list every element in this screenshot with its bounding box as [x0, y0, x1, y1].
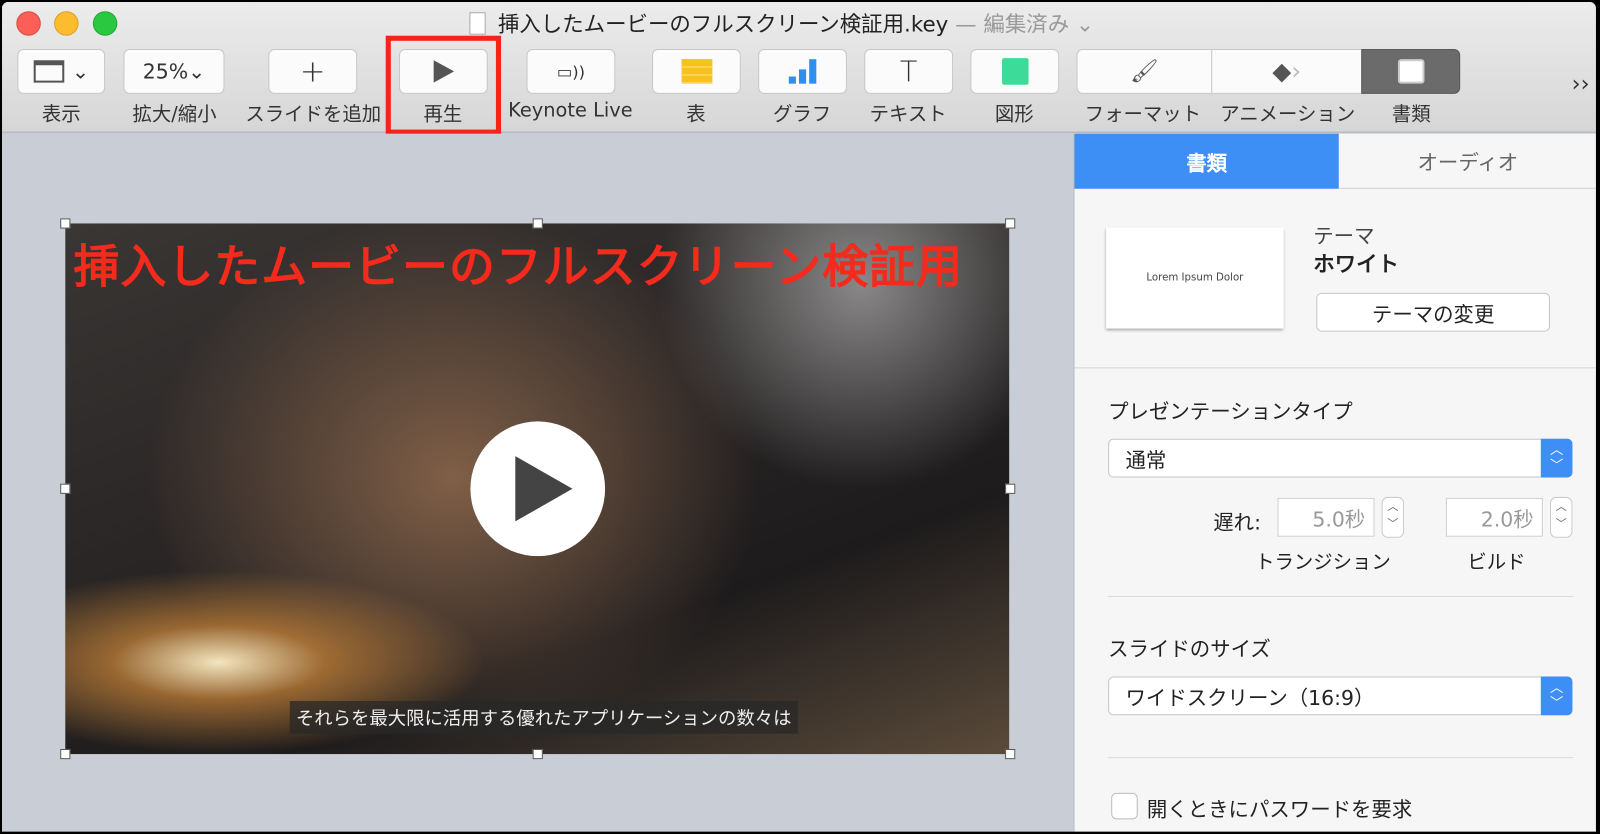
paintbrush-icon: 🖌 [1130, 58, 1159, 85]
slide-title[interactable]: 挿入したムービーのフルスクリーン検証用 [73, 230, 963, 296]
keynote-live-icon: ▭)) [556, 61, 585, 82]
animate-icon: ◆› [1272, 57, 1302, 86]
resize-handle[interactable] [1005, 218, 1016, 229]
movie-play-button[interactable] [470, 421, 606, 557]
slide-size-value: ワイドスクリーン（16:9） [1125, 685, 1375, 710]
select-arrows-icon: ︿ ﹀ [1540, 438, 1573, 478]
zoom-value: 25% [142, 59, 189, 84]
password-checkbox[interactable] [1111, 792, 1138, 820]
animate-button[interactable]: ◆› [1211, 48, 1363, 94]
add-slide-button[interactable]: + [268, 48, 358, 94]
chart-label: グラフ [772, 103, 832, 126]
theme-heading: テーマ [1313, 223, 1375, 248]
movie-slide[interactable]: 挿入したムービーのフルスクリーン検証用 それらを最大限に活用する優れたアプリケー… [65, 223, 1010, 755]
chart-button[interactable] [758, 48, 847, 94]
chart-icon [788, 59, 817, 84]
zoom-dropdown[interactable]: 25% ⌄ [123, 48, 225, 94]
highlight-box [385, 35, 502, 135]
resize-handle[interactable] [532, 748, 543, 760]
theme-thumbnail[interactable]: Lorem Ipsum Dolor [1106, 227, 1284, 329]
shape-button[interactable] [970, 48, 1060, 94]
theme-name: ホワイト [1313, 252, 1399, 277]
add-slide-label: スライドを追加 [245, 103, 382, 126]
keynote-live-label: Keynote Live [508, 98, 633, 122]
table-button[interactable] [652, 48, 741, 94]
build-delay-field[interactable]: 2.0秒 [1445, 497, 1543, 537]
transition-delay-field[interactable]: 5.0秒 [1277, 497, 1375, 537]
keynote-live-button[interactable]: ▭)) [526, 48, 616, 94]
password-label[interactable]: 開くときにパスワードを要求 [1147, 793, 1412, 823]
window-title: 挿入したムービーのフルスクリーン検証用.key — 編集済み ⌄ [469, 8, 1094, 39]
edited-status[interactable]: — 編集済み [955, 12, 1069, 36]
format-button[interactable]: 🖌 [1076, 48, 1213, 94]
shape-label: 図形 [994, 103, 1034, 126]
text-label: テキスト [869, 103, 947, 126]
format-label: フォーマット [1084, 103, 1202, 126]
zoom-window-button[interactable] [92, 11, 118, 36]
shape-icon [1001, 58, 1029, 85]
resize-handle[interactable] [60, 483, 71, 494]
view-label: 表示 [41, 103, 81, 126]
view-button[interactable]: ⌄ [17, 48, 106, 94]
zoom-label: 拡大/縮小 [132, 103, 217, 126]
resize-handle[interactable] [532, 218, 543, 229]
document-button[interactable] [1361, 48, 1461, 94]
text-button[interactable]: T [864, 48, 954, 94]
toolbar: 挿入したムービーのフルスクリーン検証用.key — 編集済み ⌄ ⌄ 表示 25… [2, 2, 1596, 135]
tab-document[interactable]: 書類 [1074, 133, 1339, 189]
change-theme-button[interactable]: テーマの変更 [1316, 292, 1550, 332]
plus-icon: + [299, 53, 326, 90]
resize-handle[interactable] [60, 748, 71, 760]
minimize-button[interactable] [54, 11, 79, 36]
build-label: ビルド [1467, 551, 1526, 574]
resize-handle[interactable] [1005, 483, 1016, 494]
tab-audio[interactable]: オーディオ [1338, 134, 1596, 189]
delay-label: 遅れ: [1213, 510, 1261, 535]
close-button[interactable] [16, 11, 41, 36]
view-icon [33, 60, 64, 83]
keynote-window: 挿入したムービーのフルスクリーン検証用.key — 編集済み ⌄ ⌄ 表示 25… [2, 2, 1596, 832]
slide-size-select[interactable]: ワイドスクリーン（16:9） ︿ ﹀ [1108, 676, 1573, 716]
document-icon [1397, 59, 1424, 84]
presentation-type-value: 通常 [1125, 447, 1167, 472]
slide-size-heading: スライドのサイズ [1108, 636, 1271, 662]
document-name: 挿入したムービーのフルスクリーン検証用.key [497, 12, 949, 37]
build-delay-stepper[interactable]: ︿ ﹀ [1549, 496, 1573, 538]
presentation-type-heading: プレゼンテーションタイプ [1108, 398, 1353, 424]
document-label: 書類 [1391, 103, 1431, 126]
table-icon [681, 59, 712, 84]
text-icon: T [899, 54, 918, 89]
animate-label: アニメーション [1220, 103, 1356, 126]
resize-handle[interactable] [60, 218, 71, 229]
document-inspector: 書類 オーディオ Lorem Ipsum Dolor テーマ ホワイト テーマの… [1073, 133, 1596, 832]
transition-label: トランジション [1255, 551, 1391, 574]
movie-subtitle: それらを最大限に活用する優れたアプリケーションの数々は [289, 701, 798, 734]
table-label: 表 [686, 103, 706, 126]
resize-handle[interactable] [1005, 748, 1016, 760]
keynote-file-icon [469, 12, 486, 35]
transition-delay-stepper[interactable]: ︿ ﹀ [1381, 496, 1405, 538]
slide-canvas: 挿入したムービーのフルスクリーン検証用 それらを最大限に活用する優れたアプリケー… [2, 133, 1074, 832]
toolbar-overflow-button[interactable]: ›› [1572, 71, 1590, 97]
select-arrows-icon: ︿ ﹀ [1540, 676, 1573, 716]
presentation-type-select[interactable]: 通常 ︿ ﹀ [1108, 438, 1573, 478]
